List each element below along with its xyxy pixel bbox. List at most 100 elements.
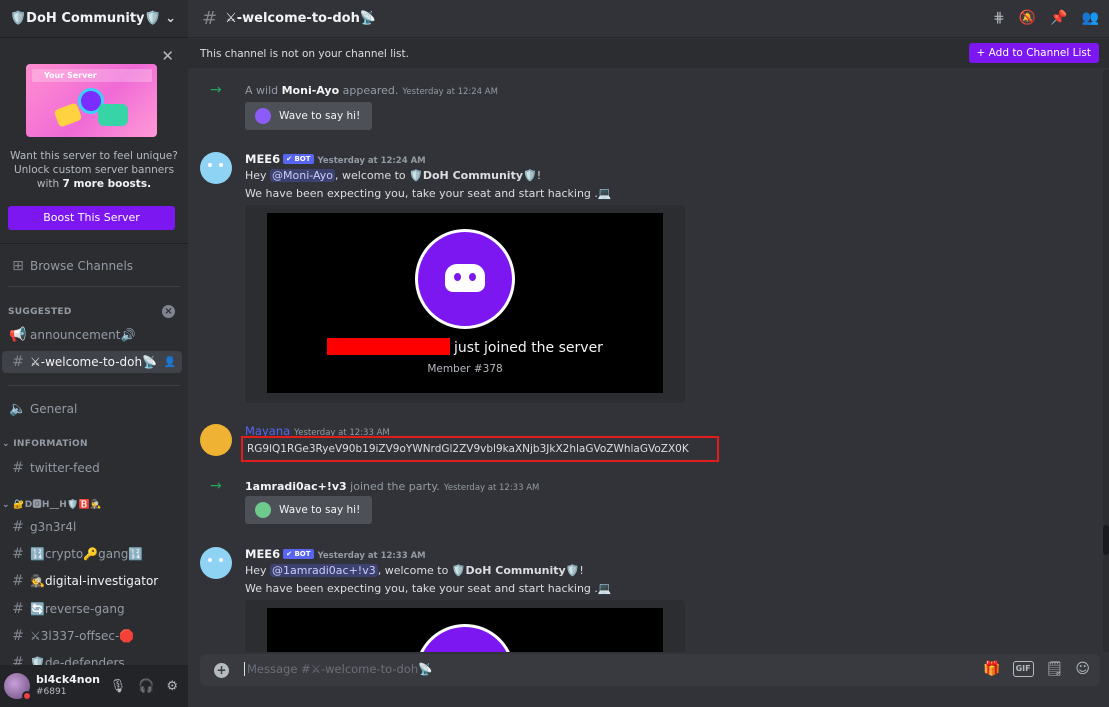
- member-name[interactable]: Moni-Ayo: [282, 84, 340, 97]
- add-to-channel-list-button[interactable]: + Add to Channel List: [968, 43, 1099, 63]
- message-author: MEE6 ✔ BOT Yesterday at 12:24 AM: [245, 152, 426, 166]
- browse-channels-icon: ⊞: [12, 258, 24, 274]
- system-prefix: A wild: [245, 84, 282, 97]
- user-controls: 🎙 🎧 ⚙: [110, 679, 178, 694]
- server-header[interactable]: 🛡️DoH Community🛡️ ⌄: [0, 0, 188, 38]
- add-attachment-icon[interactable]: +: [214, 663, 229, 678]
- category-label: 🔐D🅾H__H🛡️🅱️🕵️‍♂️: [13, 500, 102, 510]
- user-mention[interactable]: @Moni-Ayo: [270, 169, 336, 182]
- welcome-card-image[interactable]: [267, 608, 663, 652]
- browse-channels[interactable]: ⊞ Browse Channels: [2, 255, 182, 277]
- message-author: MEE6 ✔ BOT Yesterday at 12:33 AM: [245, 547, 426, 561]
- gif-icon[interactable]: GIF: [1012, 661, 1034, 677]
- banner-label: Your Server: [32, 69, 152, 82]
- wave-label: Wave to say hi!: [279, 110, 361, 122]
- avatar[interactable]: [200, 547, 232, 579]
- timestamp: Yesterday at 12:24 AM: [317, 156, 426, 166]
- boost-text-prefix: with: [36, 178, 63, 190]
- scrollbar-thumb[interactable]: [1103, 525, 1109, 555]
- discord-logo-icon: [415, 624, 515, 652]
- message-composer: + Message #⚔-welcome-to-doh📡 🎁 GIF 🗒 ☺: [200, 654, 1100, 686]
- discord-logo-icon: [415, 229, 515, 329]
- category-information[interactable]: ⌄ INFORMATiON: [2, 439, 88, 449]
- gift-icon[interactable]: 🎁: [983, 661, 1000, 677]
- user-mention[interactable]: @1amradi0ac+!v3: [270, 564, 378, 577]
- channel-digital-investigator[interactable]: # 🕵️digital-investigator: [2, 570, 182, 592]
- dismiss-suggested-icon[interactable]: ×: [162, 305, 175, 318]
- gear-icon[interactable]: ⚙: [166, 679, 178, 694]
- avatar[interactable]: [200, 424, 232, 456]
- member-name[interactable]: 1amradi0ac+!v3: [245, 480, 347, 493]
- community-name: 🛡️DoH Community🛡️: [451, 564, 580, 577]
- avatar[interactable]: [200, 152, 232, 184]
- user-tag: #6891: [36, 687, 67, 697]
- system-suffix: appeared.: [339, 84, 399, 97]
- threads-icon[interactable]: ⋕: [993, 10, 1005, 26]
- channel-g3n3r4l[interactable]: # g3n3r4l: [2, 516, 182, 538]
- main-panel: # ⚔-welcome-to-doh📡 ⋕ 🔕 📌 👥 This channel…: [188, 0, 1109, 707]
- message-line: We have been expecting you, take your se…: [245, 582, 612, 595]
- channel-label: twitter-feed: [30, 461, 100, 475]
- channel-label: General: [30, 402, 78, 416]
- banner-shape: [98, 104, 128, 126]
- emoji-icon[interactable]: ☺: [1075, 661, 1090, 677]
- channel-label: ⚔-welcome-to-doh📡: [30, 355, 158, 369]
- message-text: , welcome to: [377, 564, 452, 577]
- message-input[interactable]: Message #⚔-welcome-to-doh📡: [244, 662, 432, 676]
- channel-label: g3n3r4l: [30, 520, 77, 534]
- banner-shape: [53, 102, 83, 128]
- wave-sticker-icon: [255, 502, 271, 518]
- community-name: 🛡️DoH Community🛡️: [409, 169, 537, 182]
- join-arrow-icon: →: [210, 82, 222, 98]
- author-name[interactable]: MEE6: [245, 152, 280, 166]
- chevron-down-icon[interactable]: ⌄: [165, 11, 176, 26]
- system-text: A wild Moni-Ayo appeared. Yesterday at 12…: [245, 84, 498, 97]
- welcome-card-image[interactable]: just joined the server Member #378: [267, 213, 663, 393]
- boost-text-line: with 7 more boosts.: [8, 177, 180, 191]
- channel-announcement[interactable]: 📢 announcement🔊: [2, 324, 182, 346]
- channel-twitter-feed[interactable]: # twitter-feed: [2, 457, 182, 479]
- channel-reverse-gang[interactable]: # 🔄reverse-gang: [2, 598, 182, 620]
- wave-button[interactable]: Wave to say hi!: [245, 102, 373, 130]
- channel-label: 🔄reverse-gang: [30, 602, 125, 616]
- member-list-icon[interactable]: 👥: [1082, 10, 1099, 26]
- divider: [8, 385, 180, 386]
- category-label: INFORMATiON: [13, 439, 88, 449]
- channel-title: ⚔-welcome-to-doh📡: [225, 11, 377, 26]
- hash-icon: #: [12, 354, 24, 370]
- boost-server-button[interactable]: Boost This Server: [8, 206, 175, 230]
- scrollbar[interactable]: [1103, 70, 1109, 652]
- message-text: Hey: [245, 169, 271, 182]
- message-list[interactable]: → A wild Moni-Ayo appeared. Yesterday at …: [188, 68, 1109, 652]
- discord-mark: [445, 264, 485, 292]
- close-icon[interactable]: ✕: [161, 47, 174, 65]
- discord-app: 🛡️DoH Community🛡️ ⌄ ✕ Your Server Want t…: [0, 0, 1109, 707]
- channel-general[interactable]: 🔈 General: [2, 398, 182, 420]
- boost-promo-card: ✕ Your Server Want this server to feel u…: [0, 42, 188, 244]
- avatar[interactable]: [4, 673, 32, 701]
- channel-welcome-to-doh[interactable]: # ⚔-welcome-to-doh📡 👤: [2, 351, 182, 373]
- user-info[interactable]: bl4ck4non #6891: [36, 674, 100, 698]
- add-member-icon[interactable]: 👤: [164, 357, 176, 368]
- status-dnd-icon: [22, 691, 32, 701]
- notification-muted-icon[interactable]: 🔕: [1019, 10, 1036, 26]
- microphone-icon[interactable]: 🎙: [110, 679, 127, 694]
- headphones-icon[interactable]: 🎧: [138, 679, 154, 694]
- category-suggested[interactable]: SUGGESTED: [8, 307, 72, 317]
- channel-offsec[interactable]: # ⚔3l337-offsec-🛑: [2, 625, 182, 647]
- speaker-icon: 🔈: [9, 401, 27, 417]
- bot-badge: ✔ BOT: [283, 154, 314, 164]
- channel-label: announcement🔊: [30, 328, 136, 342]
- pin-icon[interactable]: 📌: [1050, 10, 1067, 26]
- timestamp: Yesterday at 12:33 AM: [443, 483, 540, 493]
- hash-icon: #: [12, 519, 24, 535]
- channel-crypto-gang[interactable]: # 🔢crypto🔑gang🔢: [2, 543, 182, 565]
- megaphone-icon: 📢: [9, 327, 27, 343]
- author-name[interactable]: MEE6: [245, 547, 280, 561]
- welcome-embed: [245, 600, 685, 652]
- sticker-icon[interactable]: 🗒: [1046, 661, 1064, 677]
- wave-button[interactable]: Wave to say hi!: [245, 496, 373, 524]
- hash-icon: #: [12, 628, 24, 644]
- message-text: !: [536, 169, 542, 182]
- category-doh-hub[interactable]: ⌄ 🔐D🅾H__H🛡️🅱️🕵️‍♂️: [2, 497, 102, 510]
